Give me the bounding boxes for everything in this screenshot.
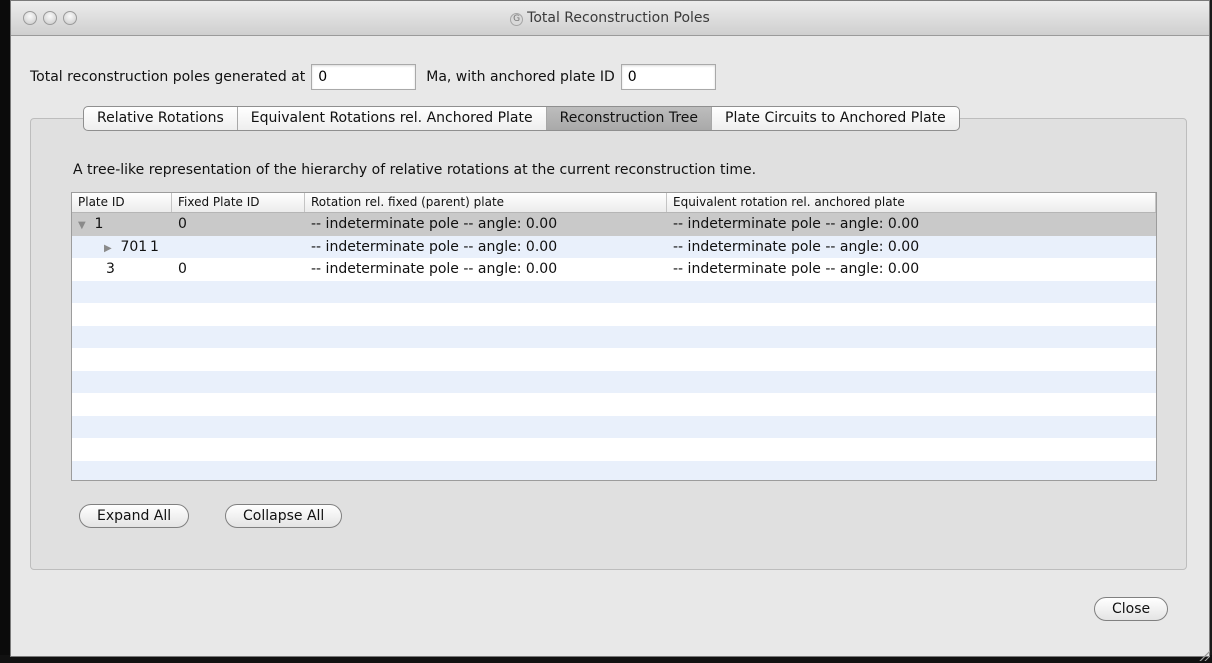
fixed-plate-id-cell: 0 bbox=[178, 216, 187, 233]
reconstruction-time-input[interactable] bbox=[311, 64, 417, 90]
plate-id-cell: 701 bbox=[120, 238, 148, 255]
empty-row bbox=[72, 415, 1156, 438]
desktop-background bbox=[0, 0, 10, 663]
table-row[interactable]: ▼ 1 0 -- indeterminate pole -- angle: 0.… bbox=[72, 213, 1156, 236]
column-header-plate-id[interactable]: Plate ID bbox=[72, 193, 172, 212]
table-row[interactable]: 3 0 -- indeterminate pole -- angle: 0.00… bbox=[72, 258, 1156, 281]
empty-row bbox=[72, 370, 1156, 393]
tab-bar: Relative Rotations Equivalent Rotations … bbox=[83, 106, 960, 131]
equivalent-rotation-cell: -- indeterminate pole -- angle: 0.00 bbox=[673, 261, 920, 278]
tab-equivalent-rotations[interactable]: Equivalent Rotations rel. Anchored Plate bbox=[238, 107, 547, 130]
app-logo-icon: G bbox=[510, 13, 524, 26]
equivalent-rotation-cell: -- indeterminate pole -- angle: 0.00 bbox=[673, 216, 920, 233]
anchor-label: Ma, with anchored plate ID bbox=[426, 69, 615, 85]
empty-row bbox=[72, 393, 1156, 416]
resize-grip-icon[interactable] bbox=[1198, 649, 1210, 661]
column-header-fixed-plate-id[interactable]: Fixed Plate ID bbox=[172, 193, 305, 212]
time-label: Total reconstruction poles generated at bbox=[30, 69, 306, 85]
reconstruction-tree-table[interactable]: Plate ID Fixed Plate ID Rotation rel. fi… bbox=[71, 192, 1157, 481]
tab-reconstruction-tree[interactable]: Reconstruction Tree bbox=[546, 107, 712, 130]
window-title-area: G Total Reconstruction Poles bbox=[11, 10, 1209, 26]
plate-id-cell: 3 bbox=[106, 261, 115, 278]
expanded-triangle-icon[interactable]: ▼ bbox=[78, 220, 90, 231]
window-title: Total Reconstruction Poles bbox=[527, 10, 710, 26]
reconstruction-time-row: Total reconstruction poles generated at … bbox=[30, 63, 726, 91]
title-bar[interactable]: G Total Reconstruction Poles bbox=[11, 1, 1209, 36]
rotation-cell: -- indeterminate pole -- angle: 0.00 bbox=[311, 216, 558, 233]
tab-relative-rotations[interactable]: Relative Rotations bbox=[84, 107, 238, 130]
expand-all-button[interactable]: Expand All bbox=[79, 504, 190, 528]
empty-row bbox=[72, 348, 1156, 371]
tab-plate-circuits[interactable]: Plate Circuits to Anchored Plate bbox=[712, 107, 959, 130]
empty-row bbox=[72, 280, 1156, 303]
tab-description: A tree-like representation of the hierar… bbox=[73, 162, 757, 178]
collapse-all-button[interactable]: Collapse All bbox=[225, 504, 343, 528]
table-body: ▼ 1 0 -- indeterminate pole -- angle: 0.… bbox=[72, 213, 1156, 480]
anchored-plate-id-input[interactable] bbox=[620, 64, 716, 90]
table-row[interactable]: ▶ 701 1 -- indeterminate pole -- angle: … bbox=[72, 235, 1156, 258]
empty-row bbox=[72, 303, 1156, 326]
table-header: Plate ID Fixed Plate ID Rotation rel. fi… bbox=[72, 193, 1156, 213]
collapsed-triangle-icon[interactable]: ▶ bbox=[104, 243, 116, 254]
column-header-rotation[interactable]: Rotation rel. fixed (parent) plate bbox=[305, 193, 667, 212]
equivalent-rotation-cell: -- indeterminate pole -- angle: 0.00 bbox=[673, 238, 920, 255]
rotation-cell: -- indeterminate pole -- angle: 0.00 bbox=[311, 261, 558, 278]
empty-row bbox=[72, 460, 1156, 480]
plate-id-cell: 1 bbox=[94, 216, 104, 233]
empty-row bbox=[72, 438, 1156, 461]
rotation-cell: -- indeterminate pole -- angle: 0.00 bbox=[311, 238, 558, 255]
empty-row bbox=[72, 325, 1156, 348]
column-header-equivalent-rotation[interactable]: Equivalent rotation rel. anchored plate bbox=[667, 193, 1156, 212]
fixed-plate-id-cell: 0 bbox=[178, 261, 187, 278]
close-button[interactable]: Close bbox=[1094, 597, 1169, 621]
